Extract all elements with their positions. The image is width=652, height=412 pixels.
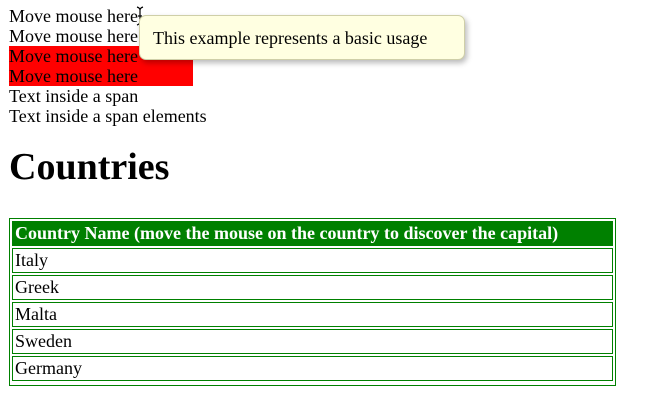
table-row-malta[interactable]: Malta — [12, 302, 613, 327]
span-text-line[interactable]: Text inside a span — [9, 86, 138, 106]
hover-text-line-2[interactable]: Move mouse here — [9, 26, 138, 46]
hover-text-line-4-highlighted[interactable]: Move mouse here — [9, 66, 193, 86]
countries-table: Country Name (move the mouse on the coun… — [9, 218, 616, 386]
span-elements-text-line[interactable]: Text inside a span elements — [9, 106, 207, 126]
table-row-sweden[interactable]: Sweden — [12, 329, 613, 354]
table-row-germany[interactable]: Germany — [12, 356, 613, 381]
table-header: Country Name (move the mouse on the coun… — [12, 221, 613, 246]
table-row-greek[interactable]: Greek — [12, 275, 613, 300]
tooltip: This example represents a basic usage — [139, 15, 465, 60]
tooltip-text: This example represents a basic usage — [153, 28, 428, 48]
hover-text-line-1[interactable]: Move mouse here — [9, 6, 138, 26]
table-row-italy[interactable]: Italy — [12, 248, 613, 273]
countries-heading: Countries — [9, 146, 170, 188]
